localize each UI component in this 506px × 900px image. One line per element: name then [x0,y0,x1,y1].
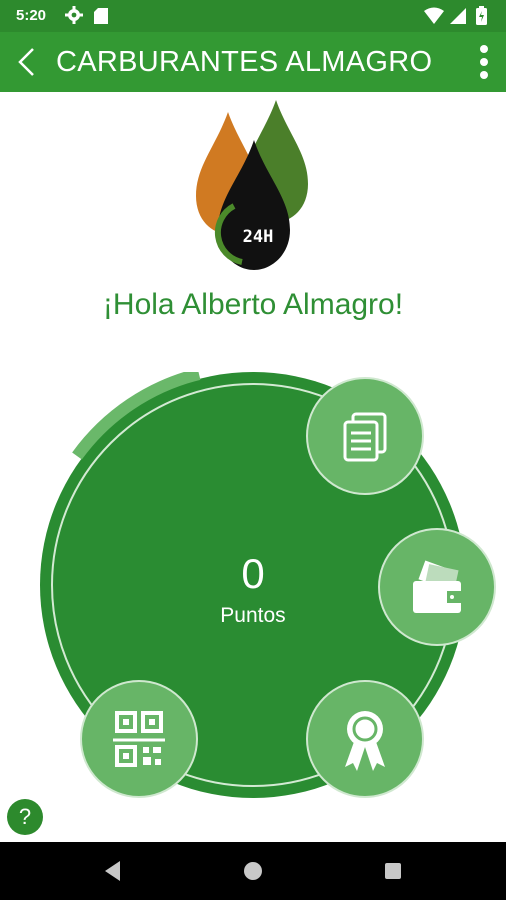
qr-code-button[interactable] [80,680,198,798]
wallet-icon [413,560,461,613]
wifi-icon [424,7,444,24]
app-bar: CARBURANTES ALMAGRO [0,32,506,92]
nav-recents-icon [385,863,401,879]
more-vert-icon [480,45,488,79]
app-title: CARBURANTES ALMAGRO [56,46,433,78]
battery-icon [476,6,487,25]
brand-logo: 24H [190,98,316,274]
nav-home-icon [244,862,262,880]
greeting-text: ¡Hola Alberto Almagro! [102,288,404,321]
wallet-button[interactable] [378,528,496,646]
help-button[interactable]: ? [7,799,43,835]
status-icons [422,6,492,31]
status-time: 5:20 [16,7,47,24]
status-bar: 5:20 [0,0,506,32]
nav-home-button[interactable] [238,858,268,884]
signal-icon [450,8,466,24]
documents-icon [343,412,387,462]
nav-back-button[interactable] [98,858,128,884]
nav-back-icon [105,861,120,881]
documents-button[interactable] [306,377,424,495]
points-value: 0 [241,550,265,597]
back-button[interactable] [10,44,46,80]
logo-badge-text: 24H [243,227,274,247]
chevron-left-icon [18,48,34,76]
sd-card-icon [94,8,108,29]
qr-code-icon [113,711,165,767]
points-label: Puntos [220,604,286,627]
award-button[interactable] [306,680,424,798]
award-ribbon-icon [345,711,385,771]
settings-icon [64,5,84,30]
navigation-bar [0,842,506,900]
nav-recents-button[interactable] [378,858,408,884]
overflow-menu-button[interactable] [472,42,496,82]
